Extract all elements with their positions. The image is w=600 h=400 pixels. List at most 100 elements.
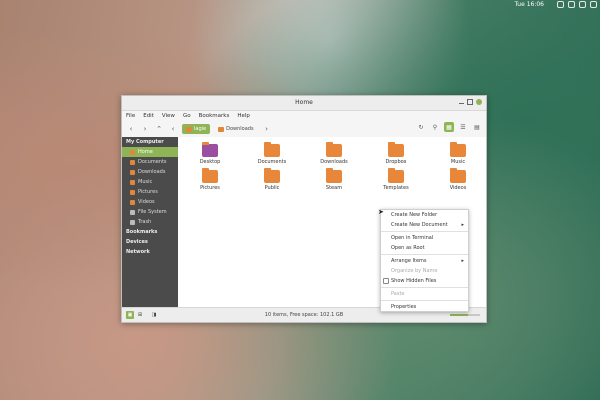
menu-file[interactable]: File	[126, 111, 135, 121]
sidebar-item-label: Downloads	[138, 169, 166, 175]
menu-item-show-hidden-files[interactable]: Show Hidden Files	[381, 276, 468, 286]
breadcrumb-downloads[interactable]: Downloads	[214, 124, 257, 134]
back-button[interactable]: ‹	[126, 124, 136, 134]
sidebar-section-bookmarks[interactable]: Bookmarks	[122, 227, 178, 237]
sidebar-item-label: Home	[138, 149, 153, 155]
menu-go[interactable]: Go	[183, 111, 191, 121]
menu-item-paste: Paste	[391, 291, 405, 297]
title-bar[interactable]: Home	[122, 96, 486, 111]
compact-view-button[interactable]: ▤	[472, 122, 482, 132]
sidebar-item-trash[interactable]: Trash	[122, 217, 178, 227]
sidebar-item-label: File System	[138, 209, 167, 215]
icon-view-button[interactable]: ▦	[444, 122, 454, 132]
file-label: Videos	[449, 185, 467, 191]
drive-icon	[130, 209, 135, 215]
folder-icon	[130, 199, 135, 205]
file-item-videos[interactable]: Videos	[434, 167, 482, 191]
sidebar-item-documents[interactable]: Documents	[122, 157, 178, 167]
sidebar-item-label: Music	[138, 179, 153, 185]
close-button[interactable]	[476, 99, 482, 105]
file-item-music[interactable]: Music	[434, 141, 482, 165]
file-item-pictures[interactable]: Pictures	[186, 167, 234, 191]
menu-item-label: Arrange Items	[391, 258, 427, 264]
trash-icon	[130, 219, 135, 225]
folder-icon	[130, 169, 135, 175]
file-item-downloads[interactable]: Downloads	[310, 141, 358, 165]
maximize-button[interactable]	[467, 99, 473, 105]
menu-item-open-as-root[interactable]: Open as Root	[381, 243, 468, 253]
search-icon[interactable]: ⚲	[430, 122, 440, 132]
clock[interactable]: Tue 16:06	[515, 0, 544, 10]
music-folder-icon	[450, 142, 466, 157]
breadcrumb-label: lagie	[194, 126, 207, 132]
file-item-documents[interactable]: Documents	[248, 141, 296, 165]
file-item-templates[interactable]: Templates	[372, 167, 420, 191]
menu-item-create-new-document[interactable]: Create New Document ▸	[381, 220, 468, 230]
file-label: Desktop	[199, 159, 221, 165]
zoom-slider[interactable]	[450, 314, 480, 316]
file-item-dropbox[interactable]: Dropbox	[372, 141, 420, 165]
sidebar-item-music[interactable]: Music	[122, 177, 178, 187]
up-button[interactable]: ⌃	[154, 124, 164, 134]
sidebar-item-label: Videos	[138, 199, 155, 205]
menu-item-arrange-items[interactable]: Arrange Items ▸	[381, 256, 468, 266]
breadcrumb-next-button[interactable]: ›	[262, 124, 272, 134]
window-title: Home	[295, 99, 313, 106]
file-item-steam[interactable]: Steam	[310, 167, 358, 191]
file-label: Downloads	[320, 159, 348, 165]
shield-icon[interactable]	[590, 1, 597, 8]
file-item-public[interactable]: Public	[248, 167, 296, 191]
sidebar-item-label: Documents	[138, 159, 167, 165]
menu-bookmarks[interactable]: Bookmarks	[199, 111, 230, 121]
sidebar-item-file-system[interactable]: File System	[122, 207, 178, 217]
file-label: Music	[450, 159, 466, 165]
system-tray	[557, 1, 597, 8]
sidebar-item-home[interactable]: Home	[122, 147, 178, 157]
menu-item-create-new-folder[interactable]: Create New Folder	[381, 210, 468, 220]
list-view-button[interactable]: ☰	[458, 122, 468, 132]
sidebar-section-devices[interactable]: Devices	[122, 237, 178, 247]
file-item-desktop[interactable]: Desktop	[186, 141, 234, 165]
sidebar-item-downloads[interactable]: Downloads	[122, 167, 178, 177]
minimize-button[interactable]	[459, 103, 464, 104]
breadcrumb-home[interactable]: lagie	[182, 124, 211, 134]
file-label: Templates	[383, 185, 409, 191]
menu-separator	[381, 254, 468, 255]
zoom-slider-fill	[450, 314, 468, 316]
sidebar-item-pictures[interactable]: Pictures	[122, 187, 178, 197]
file-label: Pictures	[200, 185, 220, 191]
menu-view[interactable]: View	[162, 111, 175, 121]
toggle-location-button[interactable]: ‹	[168, 124, 178, 134]
menu-separator	[381, 300, 468, 301]
home-folder-icon	[130, 149, 135, 155]
downloads-folder-icon	[326, 142, 342, 157]
mouse-pointer-icon: ➤	[378, 208, 384, 216]
menu-item-organize-by-name: Organize by Name	[391, 268, 438, 274]
top-panel: Tue 16:06	[0, 0, 600, 10]
downloads-folder-icon	[218, 126, 225, 132]
sidebar-section-network[interactable]: Network	[122, 247, 178, 257]
sidebar-item-videos[interactable]: Videos	[122, 197, 178, 207]
sidebar-section-my-computer[interactable]: My Computer	[122, 137, 178, 147]
documents-folder-icon	[264, 142, 280, 157]
folder-icon	[130, 179, 135, 185]
checkbox-icon[interactable]	[383, 278, 389, 284]
menu-item-properties[interactable]: Properties	[381, 302, 468, 312]
menu-bar: File Edit View Go Bookmarks Help	[122, 111, 486, 121]
videos-folder-icon	[450, 168, 466, 183]
wifi-icon[interactable]	[579, 1, 586, 8]
folder-icon	[130, 159, 135, 165]
menu-help[interactable]: Help	[237, 111, 250, 121]
sidebar-item-label: Trash	[138, 219, 152, 225]
forward-button[interactable]: ›	[140, 124, 150, 134]
menu-separator	[381, 287, 468, 288]
network-icon[interactable]	[557, 1, 564, 8]
desktop-folder-icon	[202, 142, 218, 157]
volume-icon[interactable]	[568, 1, 575, 8]
menu-item-open-in-terminal[interactable]: Open in Terminal	[381, 233, 468, 243]
sidebar: My Computer Home Documents Downloads Mus…	[122, 137, 178, 307]
sidebar-item-label: Pictures	[138, 189, 158, 195]
menu-edit[interactable]: Edit	[143, 111, 154, 121]
context-menu: Create New Folder Create New Document ▸ …	[380, 209, 469, 312]
refresh-icon[interactable]: ↻	[416, 122, 426, 132]
